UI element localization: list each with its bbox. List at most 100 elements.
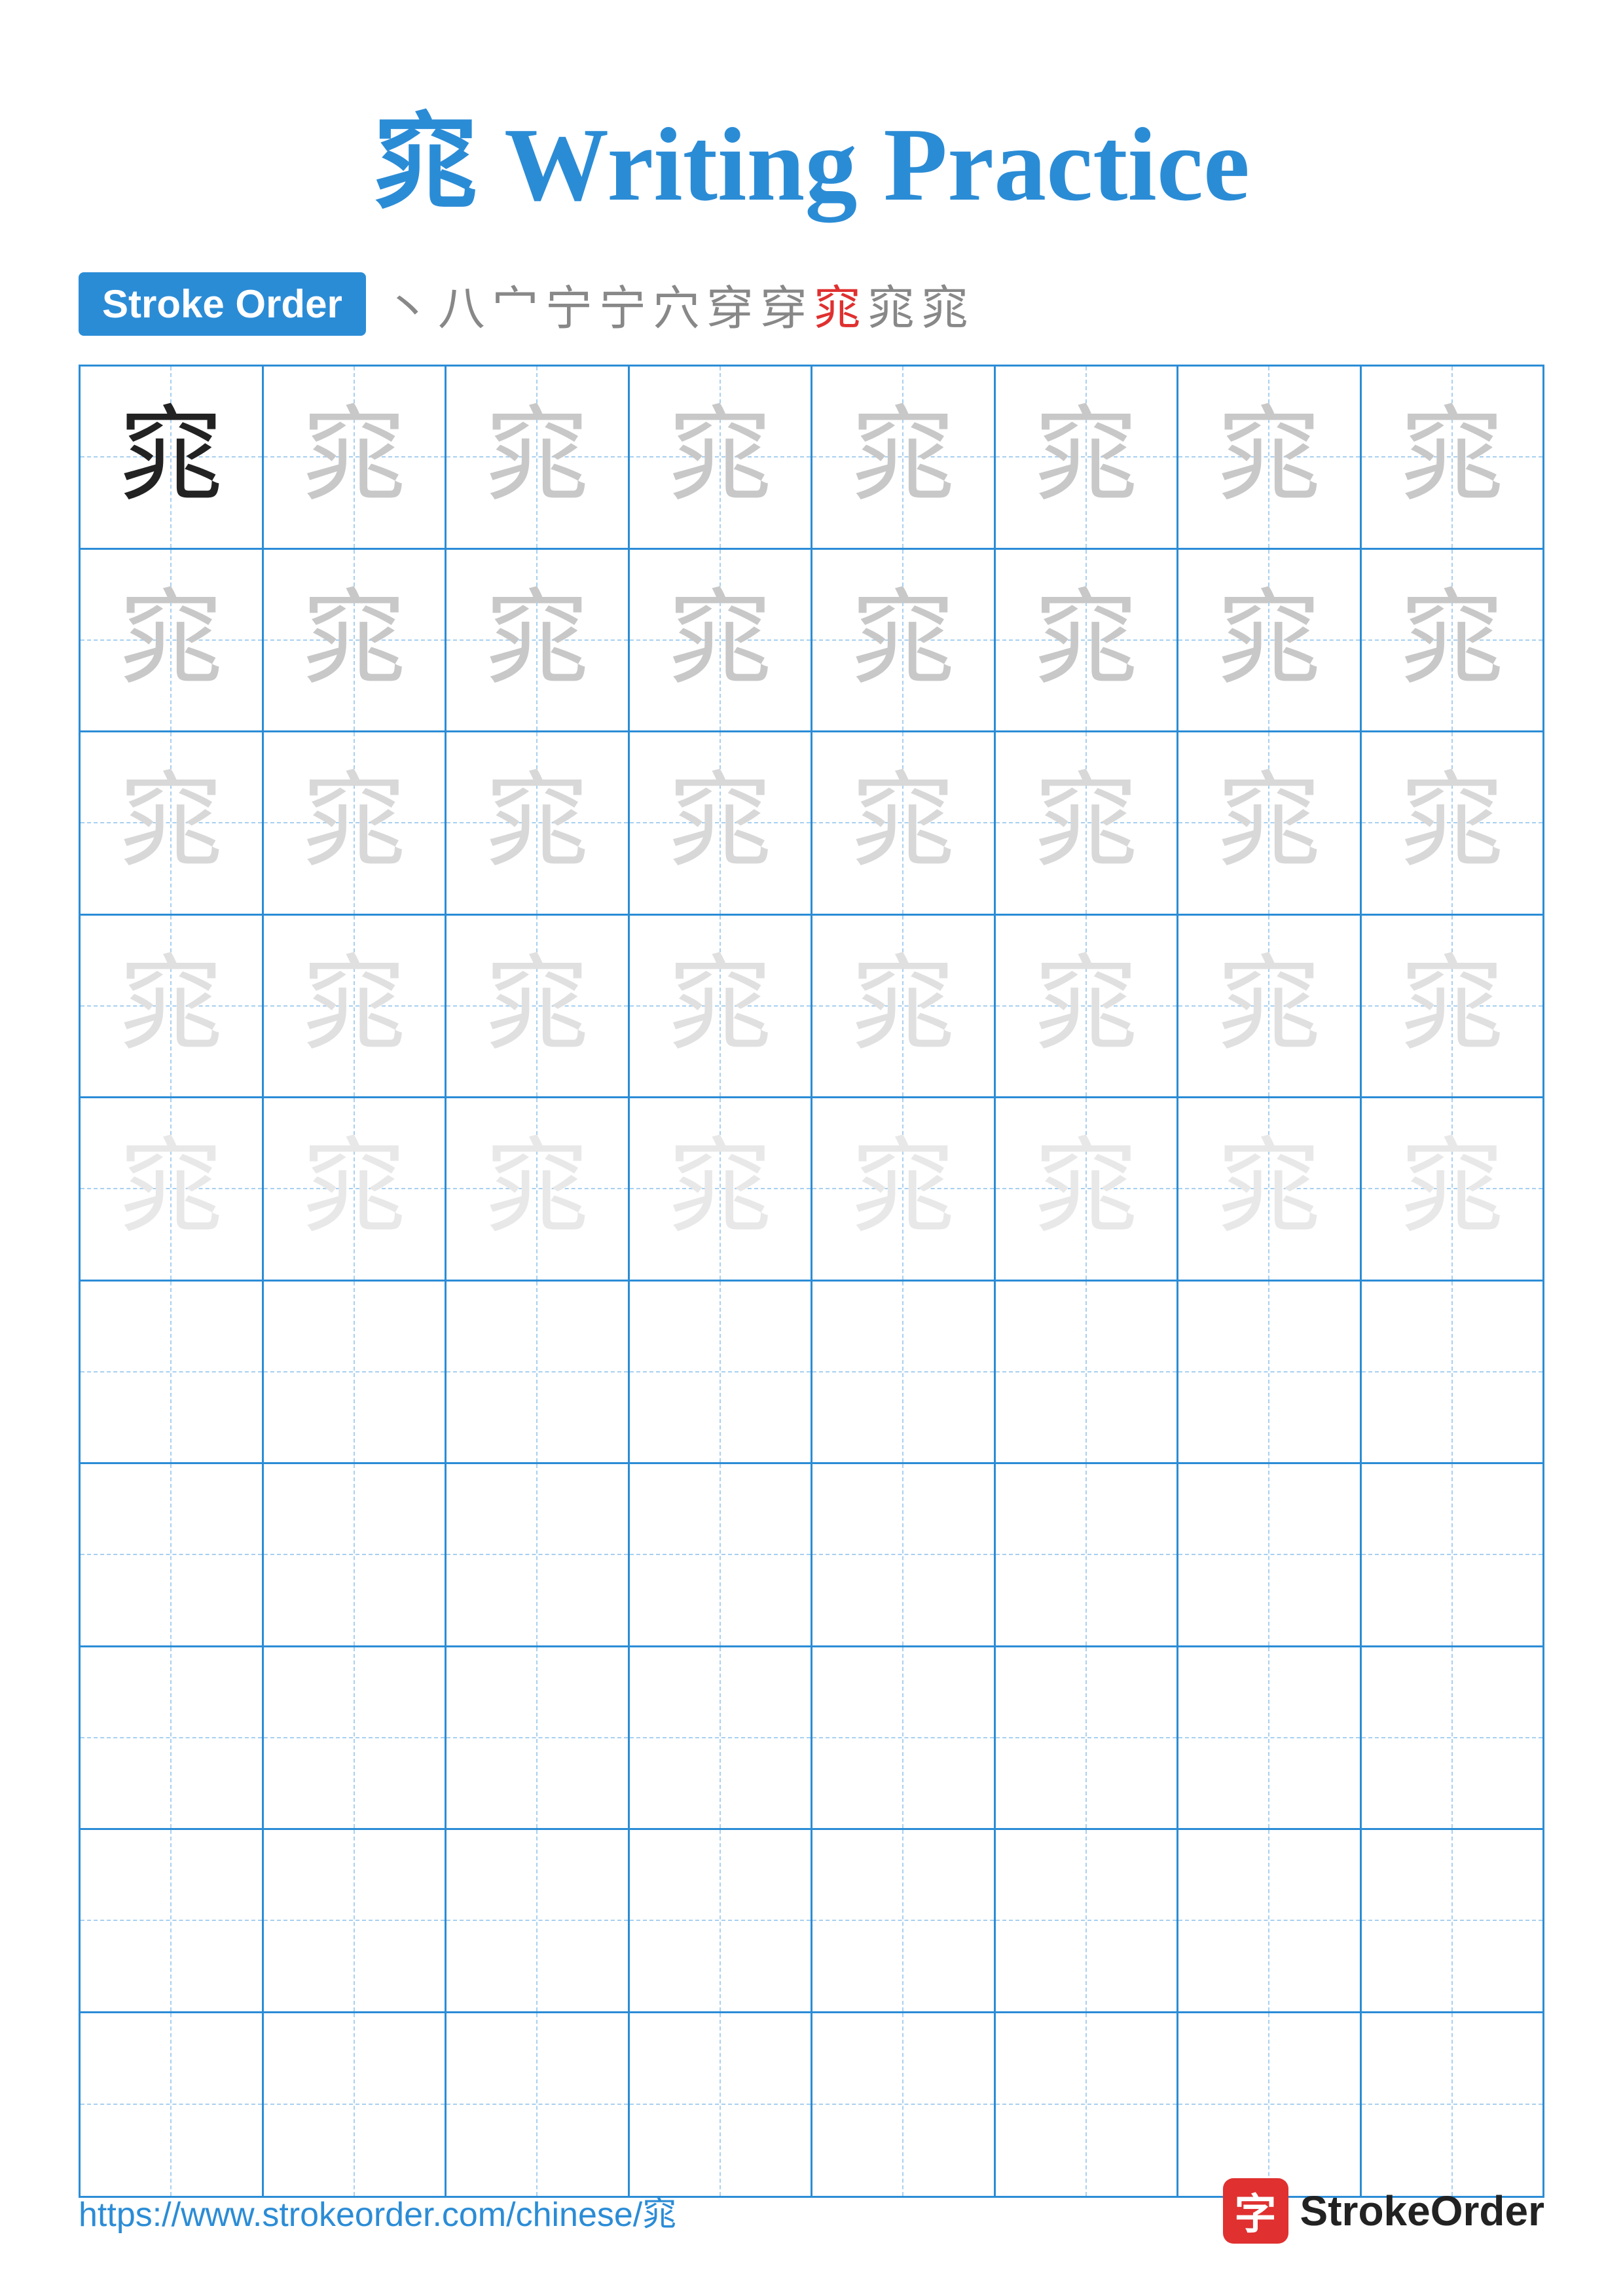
cell-character: 窕 (1216, 1136, 1321, 1241)
cell-character: 窕 (1034, 1136, 1139, 1241)
grid-cell[interactable] (996, 1464, 1179, 1647)
grid-cell[interactable] (81, 2013, 264, 2197)
grid-cell[interactable]: 窕 (447, 550, 630, 733)
grid-cell[interactable]: 窕 (1362, 1098, 1543, 1282)
cell-character: 窕 (484, 588, 589, 692)
stroke-11: 窕 (921, 270, 968, 338)
grid-cell[interactable] (1362, 1464, 1543, 1647)
cell-character: 窕 (484, 404, 589, 509)
stroke-10: 窕 (867, 270, 915, 338)
grid-cell[interactable] (1362, 1830, 1543, 2013)
grid-cell[interactable]: 窕 (447, 732, 630, 916)
grid-cell[interactable]: 窕 (1178, 916, 1362, 1099)
cell-character: 窕 (1216, 588, 1321, 692)
grid-cell[interactable]: 窕 (630, 916, 813, 1099)
grid-cell[interactable] (81, 1647, 264, 1831)
stroke-sequence: 丶 八 宀 宁 宁 穴 穿 穿 窕 窕 窕 (384, 270, 968, 338)
grid-cell[interactable] (81, 1464, 264, 1647)
grid-cell[interactable]: 窕 (81, 732, 264, 916)
grid-cell[interactable]: 窕 (630, 367, 813, 550)
grid-cell[interactable] (1178, 1282, 1362, 1465)
cell-character: 窕 (1400, 770, 1504, 875)
grid-cell[interactable] (447, 1464, 630, 1647)
grid-cell[interactable]: 窕 (996, 1098, 1179, 1282)
grid-cell[interactable] (1362, 2013, 1543, 2197)
grid-cell[interactable] (630, 1830, 813, 2013)
grid-cell[interactable] (264, 1282, 447, 1465)
practice-grid[interactable]: 窕窕窕窕窕窕窕窕窕窕窕窕窕窕窕窕窕窕窕窕窕窕窕窕窕窕窕窕窕窕窕窕窕窕窕窕窕窕窕窕 (79, 365, 1544, 2198)
stroke-order-row: Stroke Order 丶 八 宀 宁 宁 穴 穿 穿 窕 窕 窕 (0, 270, 1623, 338)
grid-cell[interactable]: 窕 (996, 916, 1179, 1099)
grid-cell[interactable]: 窕 (447, 1098, 630, 1282)
grid-cell[interactable] (812, 1282, 996, 1465)
grid-cell[interactable] (1178, 1647, 1362, 1831)
footer-logo-text: StrokeOrder (1300, 2187, 1544, 2235)
grid-cell[interactable] (264, 1464, 447, 1647)
grid-cell[interactable]: 窕 (264, 732, 447, 916)
grid-cell[interactable]: 窕 (630, 732, 813, 916)
cell-character: 窕 (484, 1136, 589, 1241)
grid-cell[interactable]: 窕 (1362, 916, 1543, 1099)
grid-cell[interactable]: 窕 (81, 367, 264, 550)
grid-cell[interactable]: 窕 (264, 367, 447, 550)
grid-cell[interactable] (1178, 1830, 1362, 2013)
grid-cell[interactable] (812, 1830, 996, 2013)
grid-cell[interactable] (996, 1282, 1179, 1465)
grid-cell[interactable] (447, 1647, 630, 1831)
grid-cell[interactable]: 窕 (1362, 732, 1543, 916)
grid-cell[interactable]: 窕 (264, 550, 447, 733)
grid-cell[interactable]: 窕 (81, 1098, 264, 1282)
grid-cell[interactable] (812, 2013, 996, 2197)
grid-cell[interactable] (81, 1830, 264, 2013)
grid-cell[interactable]: 窕 (81, 916, 264, 1099)
stroke-5: 宁 (599, 270, 646, 338)
grid-cell[interactable]: 窕 (1178, 367, 1362, 550)
grid-cell[interactable]: 窕 (1178, 550, 1362, 733)
grid-cell[interactable] (447, 1282, 630, 1465)
grid-cell[interactable]: 窕 (630, 550, 813, 733)
grid-cell[interactable] (1362, 1647, 1543, 1831)
grid-cell[interactable]: 窕 (996, 550, 1179, 733)
grid-cell[interactable]: 窕 (630, 1098, 813, 1282)
grid-cell[interactable]: 窕 (447, 367, 630, 550)
grid-cell[interactable]: 窕 (1362, 550, 1543, 733)
grid-cell[interactable]: 窕 (812, 550, 996, 733)
grid-cell[interactable] (812, 1464, 996, 1647)
grid-cell[interactable]: 窕 (1362, 367, 1543, 550)
grid-cell[interactable]: 窕 (812, 367, 996, 550)
grid-cell[interactable] (630, 1647, 813, 1831)
stroke-4: 宁 (545, 270, 593, 338)
grid-cell[interactable] (630, 2013, 813, 2197)
grid-cell[interactable] (447, 2013, 630, 2197)
grid-cell[interactable] (1362, 1282, 1543, 1465)
grid-cell[interactable] (264, 1647, 447, 1831)
grid-cell[interactable]: 窕 (996, 732, 1179, 916)
grid-row: 窕窕窕窕窕窕窕窕 (81, 550, 1542, 733)
grid-cell[interactable]: 窕 (812, 732, 996, 916)
grid-cell[interactable] (1178, 2013, 1362, 2197)
grid-cell[interactable]: 窕 (81, 550, 264, 733)
grid-cell[interactable] (812, 1647, 996, 1831)
grid-cell[interactable]: 窕 (264, 1098, 447, 1282)
grid-cell[interactable]: 窕 (812, 916, 996, 1099)
footer: https://www.strokeorder.com/chinese/窕 字 … (0, 2178, 1623, 2244)
grid-cell[interactable] (996, 1647, 1179, 1831)
grid-cell[interactable] (996, 2013, 1179, 2197)
grid-cell[interactable] (630, 1282, 813, 1465)
grid-cell[interactable] (630, 1464, 813, 1647)
grid-cell[interactable] (264, 2013, 447, 2197)
grid-cell[interactable]: 窕 (996, 367, 1179, 550)
grid-cell[interactable]: 窕 (1178, 1098, 1362, 1282)
grid-cell[interactable]: 窕 (264, 916, 447, 1099)
cell-character: 窕 (1034, 770, 1139, 875)
grid-cell[interactable]: 窕 (1178, 732, 1362, 916)
grid-cell[interactable] (81, 1282, 264, 1465)
grid-cell[interactable] (996, 1830, 1179, 2013)
grid-cell[interactable] (447, 1830, 630, 2013)
grid-cell[interactable] (264, 1830, 447, 2013)
cell-character: 窕 (302, 1136, 407, 1241)
grid-cell[interactable]: 窕 (447, 916, 630, 1099)
grid-cell[interactable]: 窕 (812, 1098, 996, 1282)
cell-character: 窕 (1034, 404, 1139, 509)
grid-cell[interactable] (1178, 1464, 1362, 1647)
